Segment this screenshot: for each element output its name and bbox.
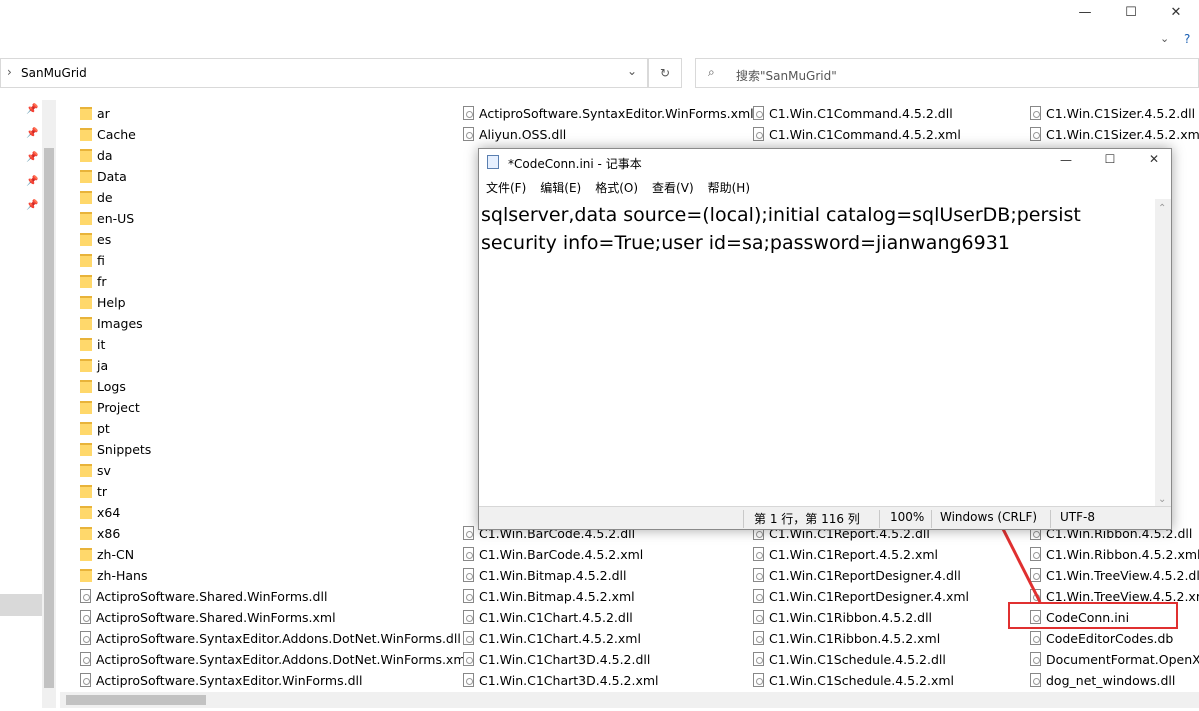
menu-file[interactable]: 文件(F)	[479, 177, 533, 199]
notepad-menu-bar: 文件(F) 编辑(E) 格式(O) 查看(V) 帮助(H)	[479, 177, 757, 199]
notepad-scrollbar[interactable]: ⌃ ⌄	[1155, 199, 1171, 507]
status-encoding: UTF-8	[1060, 510, 1095, 524]
notepad-maximize-button[interactable]: ☐	[1095, 152, 1125, 166]
minimize-icon: —	[1060, 153, 1072, 167]
notepad-status-bar: 第 1 行，第 116 列 100% Windows (CRLF) UTF-8	[479, 506, 1171, 529]
notepad-icon	[487, 155, 499, 169]
close-icon: ✕	[1148, 152, 1160, 166]
menu-view[interactable]: 查看(V)	[645, 177, 701, 199]
notepad-close-button[interactable]: ✕	[1139, 152, 1169, 166]
status-line-ending: Windows (CRLF)	[940, 510, 1038, 524]
scroll-up-icon[interactable]: ⌃	[1158, 203, 1166, 214]
status-position: 第 1 行，第 116 列	[754, 512, 860, 526]
notepad-window[interactable]: *CodeConn.ini - 记事本 — ☐ ✕ 文件(F) 编辑(E) 格式…	[478, 148, 1172, 530]
menu-format[interactable]: 格式(O)	[588, 177, 645, 199]
menu-edit[interactable]: 编辑(E)	[533, 177, 588, 199]
scroll-down-icon[interactable]: ⌄	[1158, 494, 1166, 505]
maximize-icon: ☐	[1104, 152, 1116, 166]
notepad-minimize-button[interactable]: —	[1051, 153, 1081, 167]
notepad-title: *CodeConn.ini - 记事本	[508, 157, 642, 171]
status-zoom: 100%	[890, 510, 925, 524]
menu-help[interactable]: 帮助(H)	[701, 177, 757, 199]
notepad-text-area[interactable]: sqlserver,data source=(local);initial ca…	[481, 201, 1147, 257]
